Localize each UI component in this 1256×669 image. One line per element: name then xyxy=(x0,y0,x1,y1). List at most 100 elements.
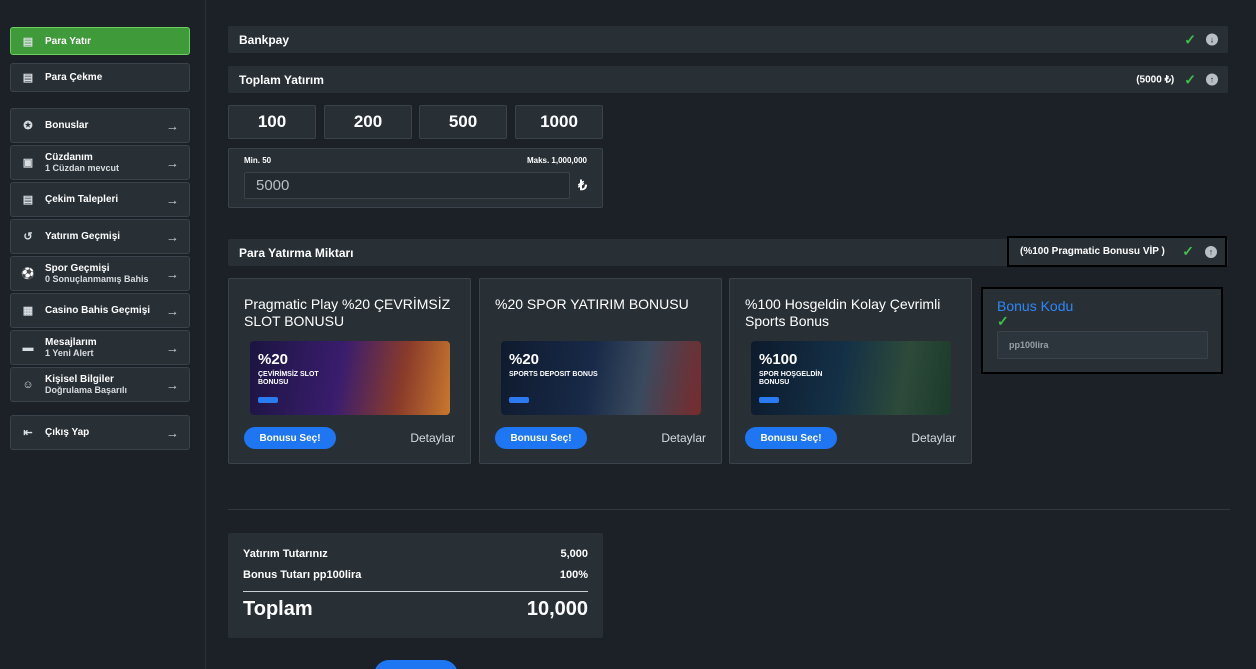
sidebar-item-sport-history[interactable]: ⚽ Spor Geçmişi 0 Sonuçlanmamış Bahis → xyxy=(10,256,190,291)
max-amount-label: Maks. 1,000,000 xyxy=(526,156,587,165)
sidebar-item-label: Kişisel Bilgiler xyxy=(45,373,114,385)
summary-deposit-row: Yatırım Tutarınız 5,000 xyxy=(243,548,588,560)
sidebar-item-deposit[interactable]: ▤ Para Yatır xyxy=(10,27,190,55)
sidebar-item-sub: 1 Yeni Alert xyxy=(45,347,94,358)
logout-icon: ⇤ xyxy=(23,427,33,439)
sidebar-item-wallet[interactable]: ▣ Cüzdanım 1 Cüzdan mevcut → xyxy=(10,145,190,180)
sidebar-item-label: Bonuslar xyxy=(45,120,89,131)
withdraw-icon: ▤ xyxy=(22,72,34,84)
bonus-card-slot: Pragmatic Play %20 ÇEVRİMSİZ SLOT BONUSU… xyxy=(228,278,471,464)
sidebar-item-label: Mesajlarım xyxy=(45,336,97,348)
bonus-code-input[interactable]: pp100lira xyxy=(997,331,1208,359)
payment-method-label: Bankpay xyxy=(239,32,290,47)
details-link[interactable]: Detaylar xyxy=(410,431,455,445)
chevron-up-icon[interactable]: ↑ xyxy=(1205,245,1217,258)
summary-deposit-label: Yatırım Tutarınız xyxy=(243,548,328,560)
amount-input-group: Min. 50 Maks. 1,000,000 5000 ₺ xyxy=(228,148,603,208)
details-link[interactable]: Detaylar xyxy=(661,431,706,445)
amount-button-1000[interactable]: 1000 xyxy=(515,105,603,139)
casino-icon: ▦ xyxy=(22,305,34,317)
sidebar-item-label: Spor Geçmişi xyxy=(45,262,110,274)
total-deposit-value: (5000 ₺) xyxy=(1136,74,1175,85)
sidebar-item-label: Çekim Talepleri xyxy=(45,194,119,205)
chevron-up-icon[interactable]: ↑ xyxy=(1206,73,1218,86)
bonus-section-label: Para Yatırma Miktarı xyxy=(239,245,354,260)
chevron-down-icon[interactable]: ↓ xyxy=(1206,33,1218,46)
banner-text: SPORTS DEPOSIT BONUS xyxy=(509,371,598,378)
sidebar: ▤ Para Yatır ▤ Para Çekme ✪ Bonuslar → ▣… xyxy=(0,0,206,669)
history-icon: ↺ xyxy=(23,231,33,243)
sidebar-item-label: Para Çekme xyxy=(45,72,103,83)
check-icon: ✓ xyxy=(1184,71,1196,87)
sidebar-item-sub: 1 Cüzdan mevcut xyxy=(45,162,120,173)
select-bonus-button[interactable]: Bonusu Seç! xyxy=(745,427,837,449)
payment-method-bar[interactable]: Bankpay ✓ ↓ xyxy=(228,26,1228,53)
amount-button-100[interactable]: 100 xyxy=(228,105,316,139)
amount-button-500[interactable]: 500 xyxy=(419,105,507,139)
deposit-icon: ▤ xyxy=(22,35,34,48)
bonus-banner-image: %20 ÇEVİRİMSİZ SLOT BONUSU xyxy=(250,341,450,415)
arrow-right-icon: → xyxy=(166,303,179,318)
summary-bonus-label: Bonus Tutarı pp100lira xyxy=(243,569,362,581)
arrow-right-icon: → xyxy=(166,425,179,440)
amount-button-200[interactable]: 200 xyxy=(324,105,412,139)
bonus-card-title: %100 Hosgeldin Kolay Çevrimli Sports Bon… xyxy=(745,296,941,329)
sidebar-item-withdraw-requests[interactable]: ▤ Çekim Talepleri → xyxy=(10,182,190,217)
bonus-card-title: %20 SPOR YATIRIM BONUSU xyxy=(495,296,689,312)
wallet-icon: ▣ xyxy=(22,157,34,169)
arrow-right-icon: → xyxy=(166,377,179,392)
selected-bonus-indicator[interactable]: (%100 Pragmatic Bonusu VİP ) ✓ ↑ xyxy=(1007,236,1227,267)
arrow-right-icon: → xyxy=(166,340,179,355)
select-bonus-button[interactable]: Bonusu Seç! xyxy=(495,427,587,449)
banner-percent: %20 xyxy=(509,351,540,368)
sidebar-item-label: Çıkış Yap xyxy=(45,427,90,438)
banner-text: SPOR HOŞGELDİN BONUSU xyxy=(759,371,823,386)
sidebar-item-bonuses[interactable]: ✪ Bonuslar → xyxy=(10,108,190,143)
banner-mini-button xyxy=(759,397,779,403)
sidebar-item-deposit-history[interactable]: ↺ Yatırım Geçmişi → xyxy=(10,219,190,254)
details-link[interactable]: Detaylar xyxy=(911,431,956,445)
banner-mini-button xyxy=(258,397,278,403)
bonus-card-title: Pragmatic Play %20 ÇEVRİMSİZ SLOT BONUSU xyxy=(244,296,451,329)
summary-deposit-value: 5,000 xyxy=(560,548,588,560)
bonus-card-welcome-sports: %100 Hosgeldin Kolay Çevrimli Sports Bon… xyxy=(729,278,972,464)
bonus-card-sport-deposit: %20 SPOR YATIRIM BONUSU %20 SPORTS DEPOS… xyxy=(479,278,722,464)
summary-total-value: 10,000 xyxy=(526,598,588,620)
sidebar-item-casino-history[interactable]: ▦ Casino Bahis Geçmişi → xyxy=(10,293,190,328)
arrow-right-icon: → xyxy=(166,266,179,281)
arrow-right-icon: → xyxy=(166,155,179,170)
bonus-banner-image: %100 SPOR HOŞGELDİN BONUSU xyxy=(751,341,951,415)
submit-button[interactable] xyxy=(374,660,458,669)
bonus-code-card: Bonus Kodu ✓ pp100lira xyxy=(981,287,1223,374)
banner-percent: %20 xyxy=(258,351,289,368)
sidebar-item-messages[interactable]: ▬ Mesajlarım 1 Yeni Alert → xyxy=(10,330,190,365)
banner-mini-button xyxy=(509,397,529,403)
sidebar-item-label: Cüzdanım xyxy=(45,151,93,163)
soccer-ball-icon: ⚽ xyxy=(21,268,35,280)
summary-bonus-value: 100% xyxy=(559,569,588,581)
summary-bonus-row: Bonus Tutarı pp100lira 100% xyxy=(243,569,588,581)
bonus-banner-image: %20 SPORTS DEPOSIT BONUS xyxy=(501,341,701,415)
withdraw-requests-icon: ▤ xyxy=(22,194,34,206)
summary-separator xyxy=(243,591,588,592)
selected-bonus-label: (%100 Pragmatic Bonusu VİP ) xyxy=(1020,246,1165,257)
arrow-right-icon: → xyxy=(166,192,179,207)
amount-input[interactable]: 5000 xyxy=(244,172,570,199)
star-icon: ✪ xyxy=(23,120,33,132)
sidebar-item-withdraw[interactable]: ▤ Para Çekme xyxy=(10,63,190,92)
select-bonus-button[interactable]: Bonusu Seç! xyxy=(244,427,336,449)
currency-symbol: ₺ xyxy=(578,177,587,193)
message-icon: ▬ xyxy=(22,341,34,354)
arrow-right-icon: → xyxy=(166,229,179,244)
sidebar-item-logout[interactable]: ⇤ Çıkış Yap → xyxy=(10,415,190,450)
deposit-summary: Yatırım Tutarınız 5,000 Bonus Tutarı pp1… xyxy=(228,533,603,638)
arrow-right-icon: → xyxy=(166,118,179,133)
summary-total-label: Toplam xyxy=(243,598,313,620)
banner-percent: %100 xyxy=(759,351,798,368)
sidebar-item-label: Yatırım Geçmişi xyxy=(45,231,121,242)
total-deposit-bar[interactable]: Toplam Yatırım (5000 ₺) ✓ ↑ xyxy=(228,66,1228,93)
user-icon: ☺ xyxy=(22,378,34,391)
check-icon: ✓ xyxy=(1184,31,1196,47)
summary-total-row: Toplam 10,000 xyxy=(243,598,588,621)
sidebar-item-personal-info[interactable]: ☺ Kişisel Bilgiler Doğrulama Başarılı → xyxy=(10,367,190,402)
